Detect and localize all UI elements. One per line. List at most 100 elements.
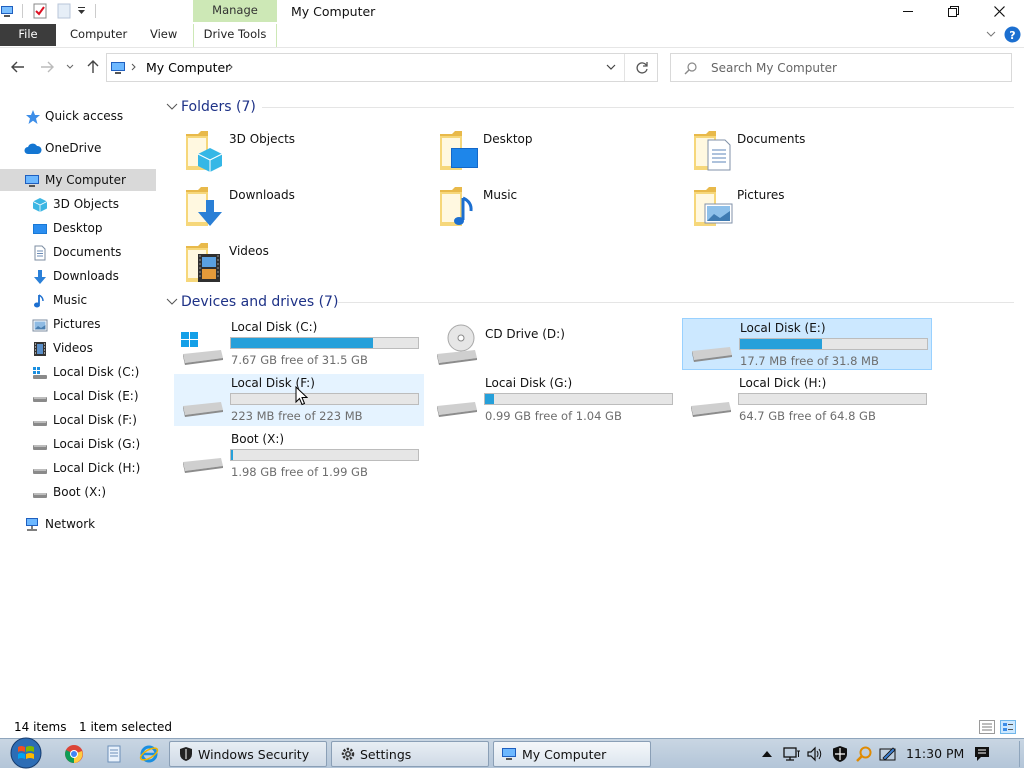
expand-ribbon-icon[interactable]	[986, 30, 996, 38]
folder-item-3d-objects[interactable]: 3D Objects	[182, 128, 422, 180]
network-icon	[24, 517, 40, 533]
folder-videos-icon	[186, 243, 220, 282]
sidebar-item-local-disk-f[interactable]: Local Disk (F:)	[0, 409, 156, 431]
folder-label: Videos	[229, 244, 269, 258]
sidebar-item-videos[interactable]: Videos	[0, 337, 156, 359]
drive-free-space: 0.99 GB free of 1.04 GB	[485, 409, 622, 423]
drive-free-space: 7.67 GB free of 31.5 GB	[231, 353, 368, 367]
sidebar-item-downloads[interactable]: Downloads	[0, 265, 156, 287]
system-drive-icon	[181, 332, 223, 365]
drive-item-local-disk-c[interactable]: Local Disk (C:) 7.67 GB free of 31.5 GB	[174, 318, 424, 370]
taskbar-button-settings[interactable]: Settings	[331, 741, 489, 767]
up-button[interactable]	[84, 58, 102, 76]
pen-tray-icon[interactable]	[879, 745, 897, 763]
sidebar-item-local-disk-c[interactable]: Local Disk (C:)	[0, 361, 156, 383]
folder-item-pictures[interactable]: Pictures	[690, 184, 930, 236]
folder-3d-objects-icon	[186, 131, 223, 172]
folder-label: Pictures	[737, 188, 785, 202]
properties-icon[interactable]	[33, 3, 48, 19]
clock[interactable]: 11:30 PM	[906, 746, 964, 761]
sidebar-item-label: Pictures	[53, 317, 101, 331]
breadcrumb-chevron-icon[interactable]	[227, 61, 235, 73]
folder-item-videos[interactable]: Videos	[182, 240, 422, 292]
sidebar-item-my-computer[interactable]: My Computer	[0, 169, 156, 191]
sidebar-item-3d-objects[interactable]: 3D Objects	[0, 193, 156, 215]
address-dropdown-icon[interactable]	[605, 62, 617, 72]
back-button[interactable]	[9, 58, 27, 76]
details-view-icon[interactable]	[979, 720, 995, 734]
sidebar-item-local-disk-h[interactable]: Local Dick (H:)	[0, 457, 156, 479]
sidebar-item-onedrive[interactable]: OneDrive	[0, 137, 156, 159]
tiles-view-icon[interactable]	[1000, 720, 1016, 734]
folder-item-music[interactable]: Music	[436, 184, 676, 236]
start-button[interactable]	[8, 737, 44, 769]
internet-explorer-icon[interactable]	[139, 744, 159, 764]
tab-file[interactable]: File	[0, 24, 56, 46]
minimize-button[interactable]	[885, 0, 931, 22]
tab-view[interactable]: View	[150, 24, 177, 46]
recent-locations-button[interactable]	[63, 58, 77, 76]
sidebar-item-boot-x[interactable]: Boot (X:)	[0, 481, 156, 503]
manage-tab[interactable]: Manage	[193, 0, 277, 22]
tab-drive-tools[interactable]: Drive Tools	[193, 24, 277, 48]
sidebar-item-local-disk-e[interactable]: Local Disk (E:)	[0, 385, 156, 407]
sidebar-item-label: Videos	[53, 341, 93, 355]
volume-icon[interactable]	[806, 745, 824, 763]
tab-computer[interactable]: Computer	[70, 24, 127, 46]
cloud-icon	[24, 141, 42, 157]
show-hidden-icons-icon[interactable]	[761, 749, 773, 759]
drive-free-space: 223 MB free of 223 MB	[231, 409, 363, 423]
drive-item-local-disk-e[interactable]: Local Disk (E:) 17.7 MB free of 31.8 MB	[682, 318, 932, 370]
drive-item-boot-x[interactable]: Boot (X:) 1.98 GB free of 1.99 GB	[174, 430, 424, 482]
maximize-button[interactable]	[930, 0, 976, 22]
folder-item-documents[interactable]: Documents	[690, 128, 930, 180]
sidebar-item-documents[interactable]: Documents	[0, 241, 156, 263]
film-icon	[32, 341, 48, 357]
taskbar-button-label: My Computer	[522, 747, 607, 762]
taskbar-button-my-computer[interactable]: My Computer	[493, 741, 651, 767]
search-box[interactable]: Search My Computer	[670, 53, 1012, 82]
computer-icon[interactable]	[0, 4, 14, 18]
folder-desktop-icon	[440, 131, 478, 170]
action-center-icon[interactable]	[973, 745, 991, 763]
customize-qat-icon[interactable]	[77, 7, 86, 15]
folder-item-downloads[interactable]: Downloads	[182, 184, 422, 236]
document-icon	[32, 245, 48, 261]
sidebar-item-network[interactable]: Network	[0, 513, 156, 535]
magnifier-tray-icon[interactable]	[855, 745, 873, 763]
sidebar-item-label: Music	[53, 293, 88, 307]
selection-count: 1 item selected	[79, 720, 173, 734]
system-drive-icon	[32, 365, 48, 381]
chrome-icon[interactable]	[64, 744, 84, 764]
folders-group-header[interactable]: Folders (7)	[166, 97, 256, 117]
drive-name: Boot (X:)	[231, 432, 285, 446]
sidebar-item-music[interactable]: Music	[0, 289, 156, 311]
breadcrumb-my-computer[interactable]: My Computer	[146, 60, 230, 75]
address-bar[interactable]: My Computer	[106, 53, 658, 82]
notepad-icon[interactable]	[105, 744, 123, 764]
music-note-icon	[32, 293, 48, 309]
folder-item-desktop[interactable]: Desktop	[436, 128, 676, 180]
breadcrumb-chevron-icon[interactable]	[130, 61, 138, 73]
shield-tray-icon[interactable]	[831, 745, 849, 763]
sidebar-item-pictures[interactable]: Pictures	[0, 313, 156, 335]
folder-label: 3D Objects	[229, 132, 296, 146]
folder-music-icon	[440, 187, 473, 226]
help-icon[interactable]: ?	[1004, 26, 1021, 43]
network-tray-icon[interactable]	[783, 745, 801, 763]
sidebar-item-desktop[interactable]: Desktop	[0, 217, 156, 239]
refresh-icon[interactable]	[634, 60, 650, 76]
forward-button[interactable]	[38, 58, 56, 76]
sidebar-item-local-disk-g[interactable]: Locai Disk (G:)	[0, 433, 156, 455]
drive-item-local-disk-h[interactable]: Local Dick (H:) 64.7 GB free of 64.8 GB	[682, 374, 932, 426]
new-folder-icon[interactable]	[57, 3, 71, 19]
svg-text:?: ?	[1009, 29, 1015, 42]
sidebar-item-label: Desktop	[53, 221, 103, 235]
close-button[interactable]	[976, 0, 1022, 22]
drive-item-cd-drive-d[interactable]: CD Drive (D:)	[428, 318, 678, 370]
drives-group-header[interactable]: Devices and drives (7)	[166, 292, 338, 312]
taskbar-button-windows-security[interactable]: Windows Security	[169, 741, 327, 767]
show-desktop-button[interactable]	[1019, 741, 1024, 767]
drive-item-local-disk-g[interactable]: Locai Disk (G:) 0.99 GB free of 1.04 GB	[428, 374, 678, 426]
sidebar-item-quick-access[interactable]: Quick access	[0, 105, 156, 127]
